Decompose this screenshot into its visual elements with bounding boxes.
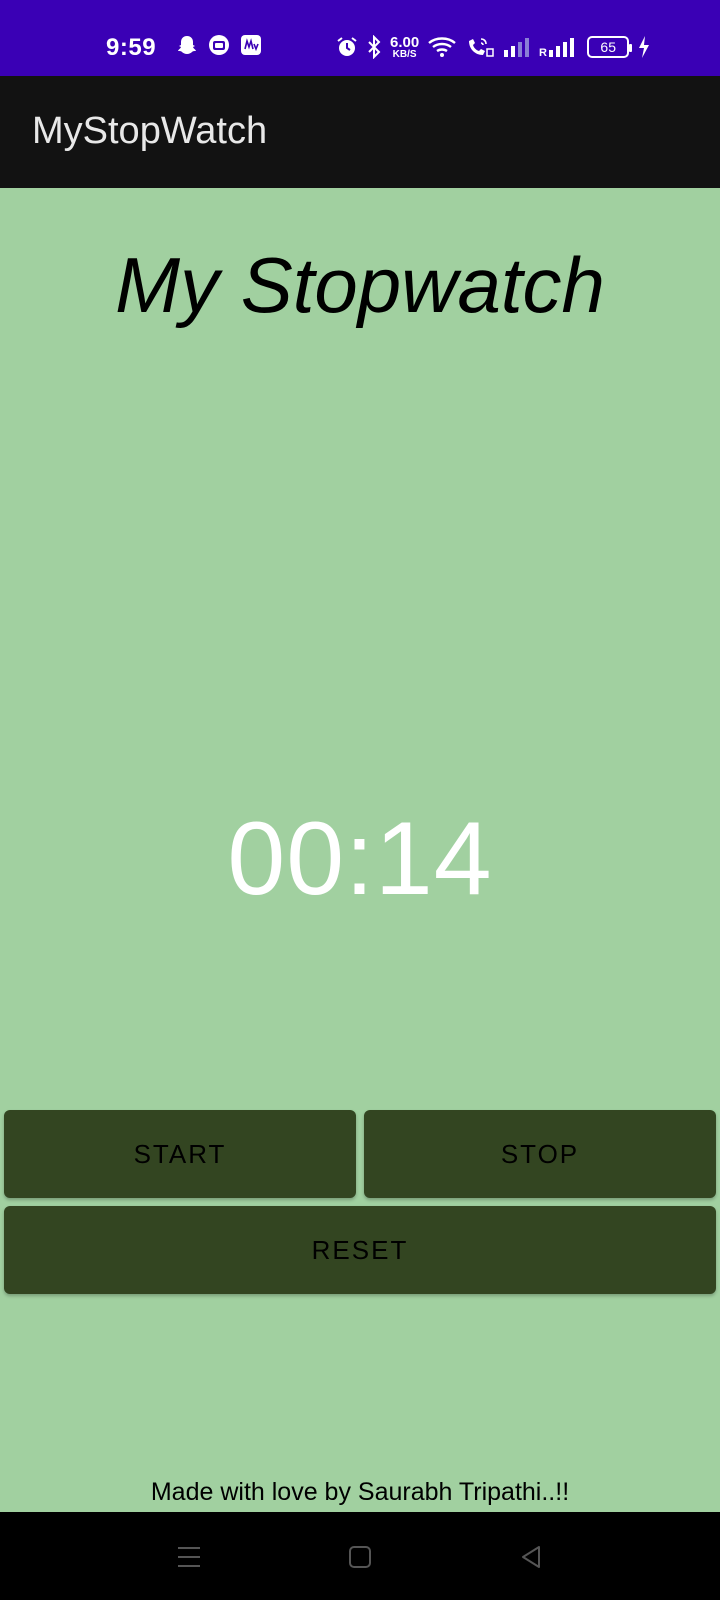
my-app-icon xyxy=(240,34,262,56)
home-icon[interactable] xyxy=(343,1540,377,1574)
system-nav-bar xyxy=(0,1512,720,1600)
notification-icons xyxy=(176,34,262,56)
signal-roaming-icon: R xyxy=(539,36,579,58)
footer-credit: Made with love by Saurabh Tripathi..!! xyxy=(150,1478,570,1506)
timer-display: 00:14 xyxy=(227,801,493,917)
menu-icon[interactable] xyxy=(172,1540,206,1574)
start-button[interactable]: START xyxy=(4,1110,356,1198)
network-speed-value: 6.00 xyxy=(390,33,420,51)
battery-icon: 65 xyxy=(587,36,633,58)
alarm-icon xyxy=(336,36,358,58)
page-heading: My Stopwatch xyxy=(115,241,605,329)
wifi-calling-icon xyxy=(465,35,495,59)
snapchat-icon xyxy=(176,34,198,56)
stop-button[interactable]: STOP xyxy=(364,1110,716,1198)
signal-icon xyxy=(503,36,531,58)
back-icon[interactable] xyxy=(515,1540,549,1574)
reset-button[interactable]: RESET xyxy=(4,1206,716,1294)
network-speed: 6.00 KB/S xyxy=(390,35,419,60)
svg-text:R: R xyxy=(539,47,547,58)
status-indicators: 6.00 KB/S R 65 xyxy=(336,30,651,64)
status-bar: 9:59 6.00 KB/S R 65 xyxy=(0,0,720,76)
wallet-icon xyxy=(208,34,230,56)
status-time: 9:59 xyxy=(106,34,157,61)
bluetooth-icon xyxy=(366,35,382,59)
wifi-icon xyxy=(427,35,457,59)
charging-icon xyxy=(637,35,651,59)
app-title: MyStopWatch xyxy=(32,110,268,152)
app-bar: MyStopWatch xyxy=(0,76,720,188)
network-speed-unit: KB/S xyxy=(392,48,417,60)
